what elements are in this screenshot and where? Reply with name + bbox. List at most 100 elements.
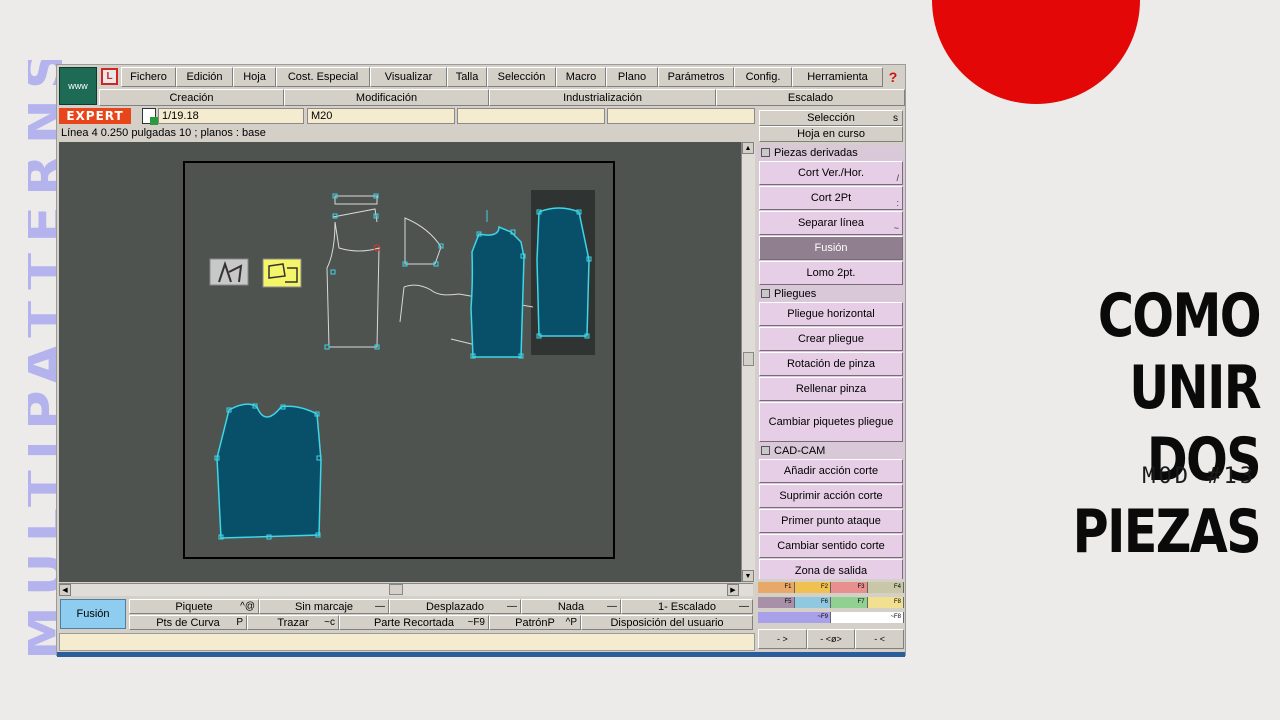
tool-rotacion-pinza[interactable]: Rotación de pinza bbox=[759, 352, 903, 376]
tool-zona-salida[interactable]: Zona de salida bbox=[759, 559, 903, 579]
tool-label: Separar línea bbox=[797, 217, 865, 229]
option-parte-recortada[interactable]: Parte Recortada ~F9 bbox=[339, 615, 489, 630]
fkey-f6[interactable]: F6 bbox=[794, 597, 831, 608]
menu-edicion[interactable]: Edición bbox=[176, 67, 233, 87]
mode-escalado[interactable]: Escalado bbox=[716, 89, 905, 106]
fkey-shift-f8[interactable]: ~F8 bbox=[831, 612, 904, 623]
menu-parametros[interactable]: Parámetros bbox=[658, 67, 734, 87]
menu-visualizar[interactable]: Visualizar bbox=[370, 67, 447, 87]
tool-cambiar-sentido-corte[interactable]: Cambiar sentido corte bbox=[759, 534, 903, 558]
pattern-piece-back[interactable] bbox=[536, 207, 590, 337]
horizontal-scroll-thumb[interactable] bbox=[389, 584, 403, 595]
section-pleats[interactable]: Pliegues bbox=[757, 286, 905, 301]
tool-anadir-accion-corte[interactable]: Añadir acción corte bbox=[759, 459, 903, 483]
document-icon[interactable] bbox=[142, 108, 158, 125]
section-checkbox[interactable] bbox=[761, 289, 770, 298]
option-escalado[interactable]: 1- Escalado — bbox=[621, 599, 753, 614]
selection-header[interactable]: Selección s bbox=[759, 110, 903, 126]
menu-hoja[interactable]: Hoja bbox=[233, 67, 276, 87]
tool-label: Lomo 2pt. bbox=[806, 267, 856, 279]
option-shortcut: — bbox=[375, 601, 385, 612]
fkey-f8[interactable]: F8 bbox=[867, 597, 904, 608]
title-line-2: DOS PIEZAS bbox=[1072, 425, 1262, 567]
nav-next-button[interactable]: - > bbox=[758, 629, 807, 649]
scroll-up-icon[interactable]: ▲ bbox=[742, 142, 754, 154]
fkey-f1[interactable]: F1 bbox=[758, 582, 795, 593]
menu-herramienta[interactable]: Herramienta bbox=[792, 67, 883, 87]
fkey-f2[interactable]: F2 bbox=[794, 582, 831, 593]
section-derived-pieces[interactable]: Piezas derivadas bbox=[757, 145, 905, 160]
menu-seleccion[interactable]: Selección bbox=[487, 67, 556, 87]
fkey-f5[interactable]: F5 bbox=[758, 597, 795, 608]
nav-prev-button[interactable]: - < bbox=[855, 629, 905, 649]
current-sheet-header[interactable]: Hoja en curso bbox=[759, 126, 903, 142]
option-patron[interactable]: PatrónP ^P bbox=[489, 615, 581, 630]
tool-icon-pieces[interactable] bbox=[262, 258, 302, 288]
tool-pliegue-horizontal[interactable]: Pliegue horizontal bbox=[759, 302, 903, 326]
tool-separar-linea[interactable]: Separar línea ~ bbox=[759, 211, 903, 235]
option-shortcut: ~c bbox=[324, 617, 335, 628]
options-row-2: Pts de Curva P Trazar ~c Parte Recortada ~F… bbox=[129, 615, 753, 630]
option-trazar[interactable]: Trazar ~c bbox=[247, 615, 339, 630]
fkey-shift-f9[interactable]: ~F9 bbox=[758, 612, 831, 623]
section-label: CAD-CAM bbox=[774, 444, 826, 457]
tool-crear-pliegue[interactable]: Crear pliegue bbox=[759, 327, 903, 351]
mode-industrializacion[interactable]: Industrialización bbox=[489, 89, 716, 106]
menu-cost-especial[interactable]: Cost. Especial bbox=[276, 67, 370, 87]
size-field[interactable]: M20 bbox=[307, 108, 455, 124]
tool-cort-ver-hor[interactable]: Cort Ver./Hor. / bbox=[759, 161, 903, 185]
menu-plano[interactable]: Plano bbox=[606, 67, 658, 87]
pattern-piece-fused[interactable] bbox=[216, 403, 322, 539]
option-desplazado[interactable]: Desplazado — bbox=[389, 599, 521, 614]
option-label: Piquete bbox=[175, 600, 213, 613]
tool-lomo-2pt[interactable]: Lomo 2pt. bbox=[759, 261, 903, 285]
current-tool-button[interactable]: Fusión bbox=[60, 599, 126, 629]
option-piquete[interactable]: Piquete ^@ bbox=[129, 599, 259, 614]
tool-primer-punto-ataque[interactable]: Primer punto ataque bbox=[759, 509, 903, 533]
tool-cambiar-piquetes-pliegue[interactable]: Cambiar piquetes pliegue bbox=[759, 402, 903, 442]
fkey-f3[interactable]: F3 bbox=[831, 582, 868, 593]
tool-panel: Piezas derivadas Cort Ver./Hor. / Cort 2P… bbox=[757, 145, 905, 579]
option-sin-marcaje[interactable]: Sin marcaje — bbox=[259, 599, 389, 614]
horizontal-scrollbar[interactable]: ◀ ▶ bbox=[59, 583, 753, 596]
option-pts-curva[interactable]: Pts de Curva P bbox=[129, 615, 247, 630]
help-icon[interactable]: ? bbox=[883, 67, 903, 87]
option-label: Disposición del usuario bbox=[610, 616, 724, 629]
scroll-down-icon[interactable]: ▼ bbox=[742, 570, 754, 582]
tool-shortcut: / bbox=[896, 173, 899, 183]
menu-fichero[interactable]: Fichero bbox=[121, 67, 176, 87]
tool-suprimir-accion-corte[interactable]: Suprimir acción corte bbox=[759, 484, 903, 508]
menu-macro[interactable]: Macro bbox=[556, 67, 606, 87]
vertical-scroll-thumb[interactable] bbox=[743, 352, 754, 366]
scroll-left-icon[interactable]: ◀ bbox=[59, 584, 71, 596]
section-checkbox[interactable] bbox=[761, 148, 770, 157]
pattern-piece-front[interactable] bbox=[470, 225, 525, 358]
menu-config[interactable]: Config. bbox=[734, 67, 792, 87]
message-bar[interactable] bbox=[59, 633, 755, 651]
scroll-right-icon[interactable]: ▶ bbox=[727, 584, 739, 596]
tool-fusion[interactable]: Fusión bbox=[759, 236, 903, 260]
option-nada[interactable]: Nada — bbox=[521, 599, 621, 614]
section-cadcam[interactable]: CAD-CAM bbox=[757, 443, 905, 458]
mode-creacion[interactable]: Creación bbox=[99, 89, 284, 106]
book-icon[interactable]: L bbox=[101, 68, 118, 85]
section-checkbox[interactable] bbox=[761, 446, 770, 455]
options-row-1: Piquete ^@ Sin marcaje — Desplazado — Nada —… bbox=[129, 599, 753, 614]
menu-talla[interactable]: Talla bbox=[447, 67, 487, 87]
option-shortcut: ^P bbox=[565, 617, 577, 628]
mode-bar: Creación Modificación Industrialización … bbox=[99, 89, 905, 106]
tool-icon-figure[interactable] bbox=[209, 258, 249, 286]
drawing-canvas[interactable] bbox=[59, 142, 741, 582]
nav-center-button[interactable]: - <ø> bbox=[806, 629, 856, 649]
vertical-scrollbar[interactable]: ▲ ▼ bbox=[741, 142, 755, 582]
tool-rellenar-pinza[interactable]: Rellenar pinza bbox=[759, 377, 903, 401]
status-line: Línea 4 0.250 pulgadas 10 ; planos : bas… bbox=[61, 127, 266, 139]
mode-modificacion[interactable]: Modificación bbox=[284, 89, 489, 106]
option-label: Sin marcaje bbox=[294, 600, 354, 613]
fkey-f4[interactable]: F4 bbox=[867, 582, 904, 593]
www-logo-button[interactable]: www bbox=[59, 67, 97, 105]
tool-cort-2pt[interactable]: Cort 2Pt: bbox=[759, 186, 903, 210]
fkey-f7[interactable]: F7 bbox=[831, 597, 868, 608]
scale-field: 1/19.18 bbox=[158, 108, 304, 124]
option-disposicion-usuario[interactable]: Disposición del usuario bbox=[581, 615, 753, 630]
